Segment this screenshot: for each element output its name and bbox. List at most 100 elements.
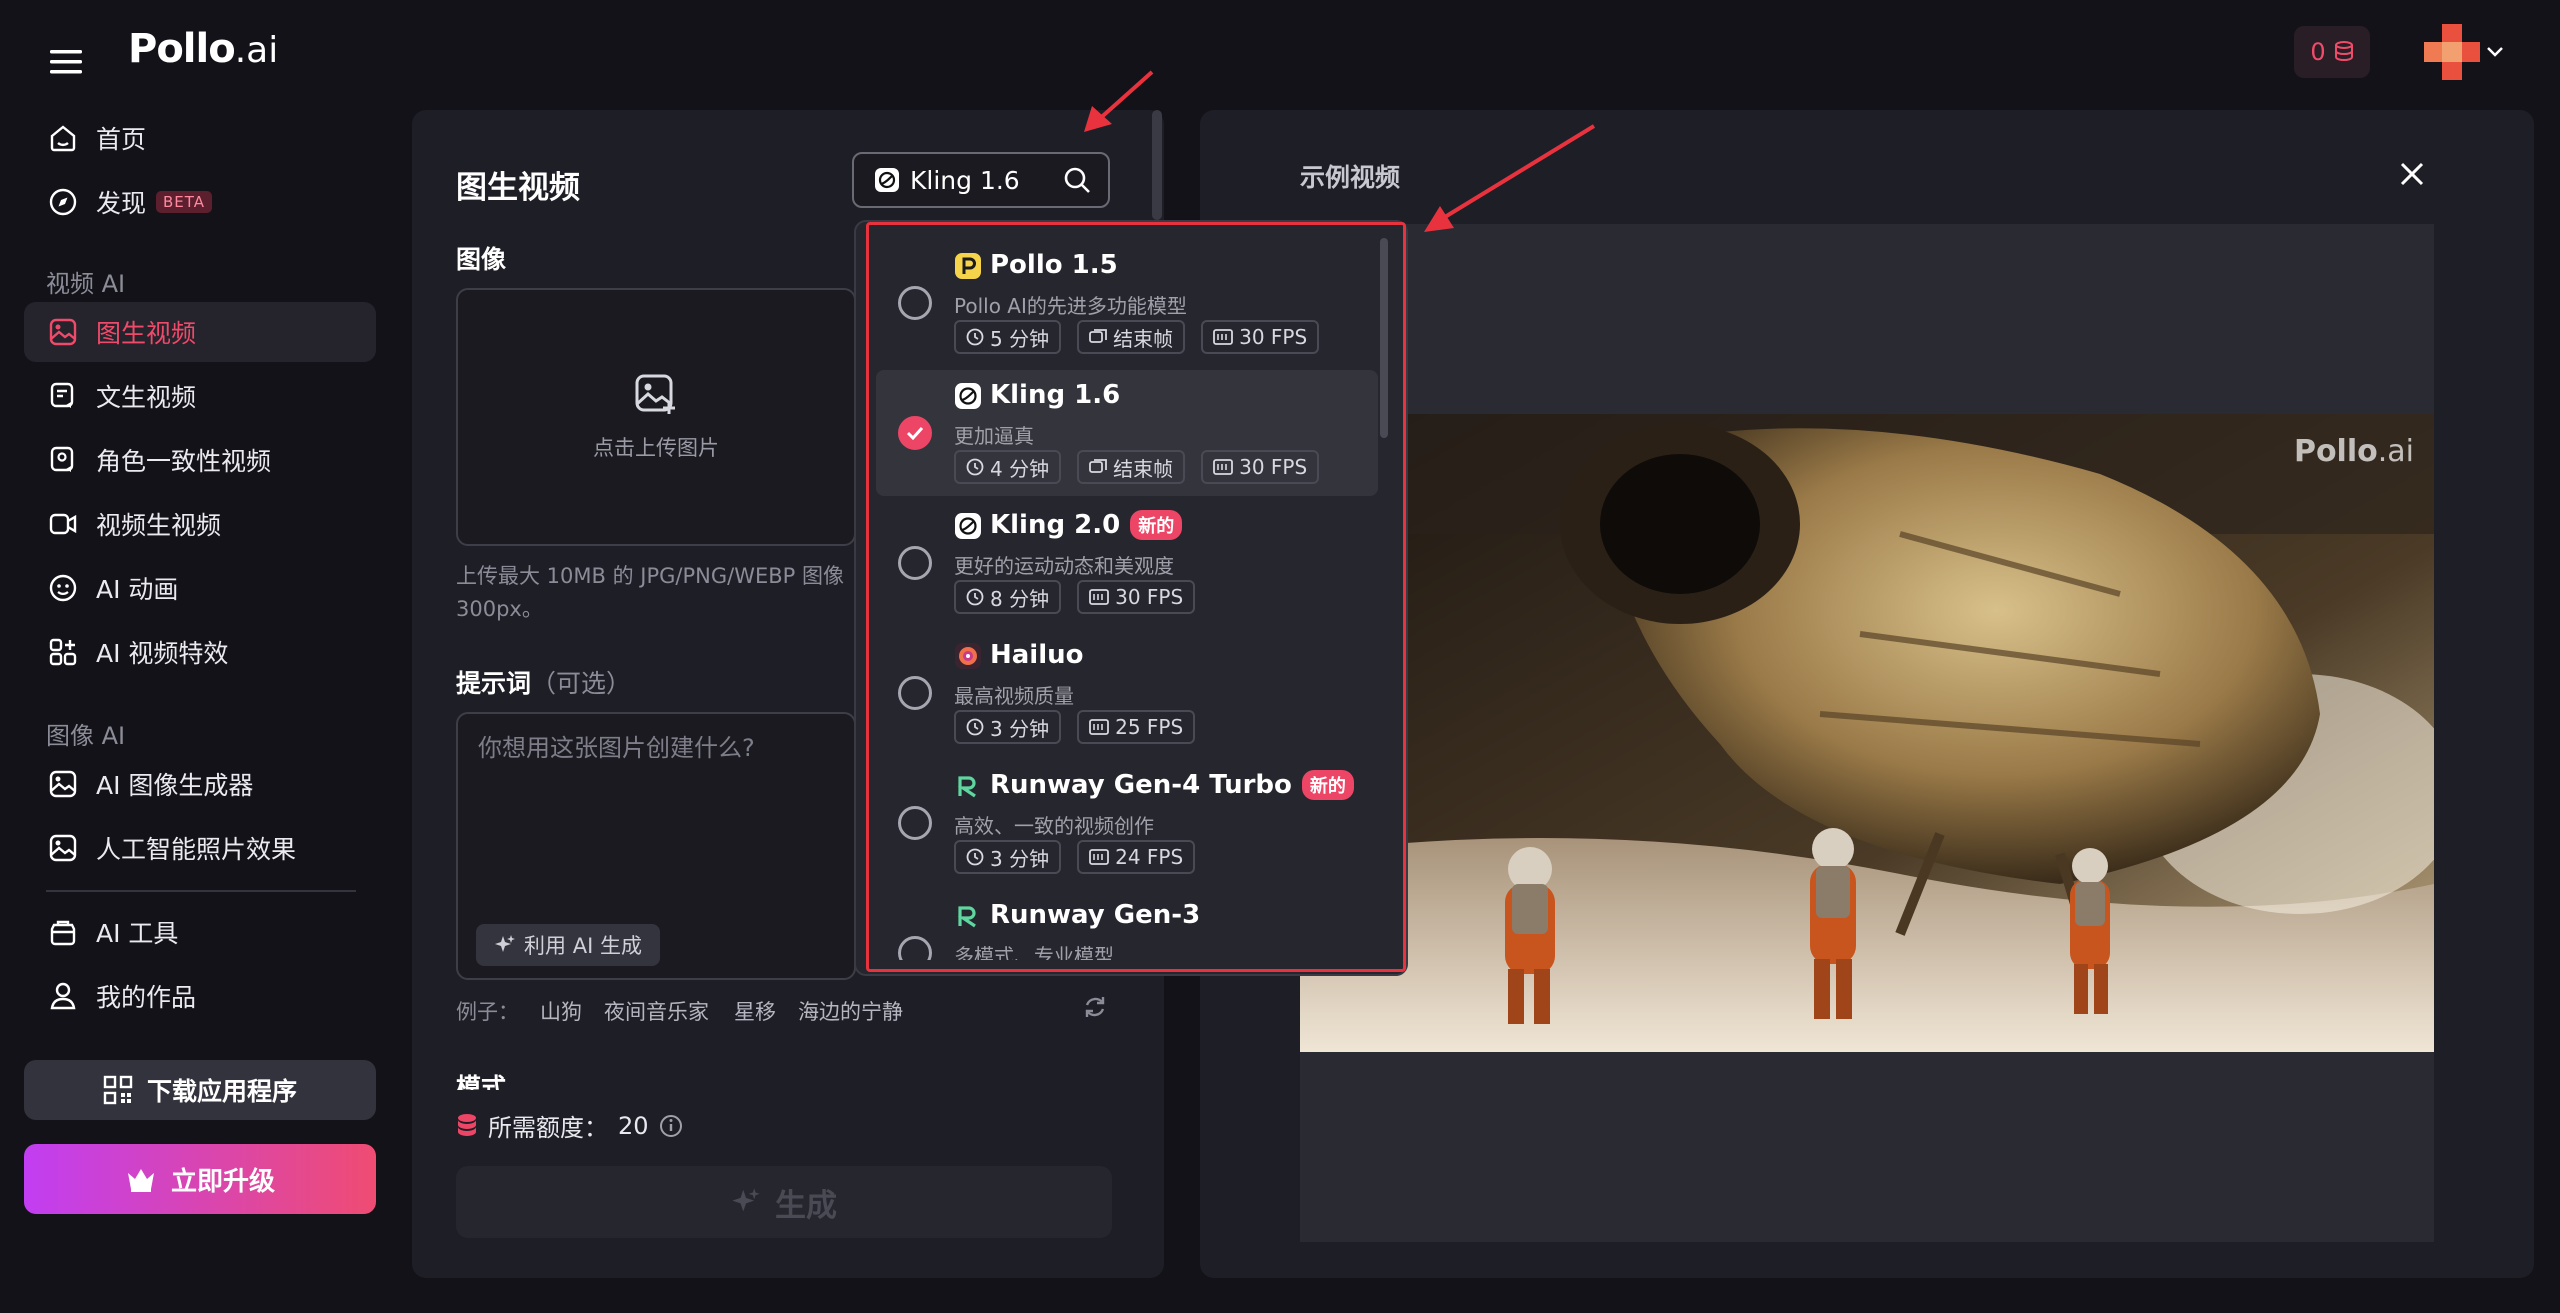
radio-button[interactable] <box>898 936 932 960</box>
sidebar-item-label: AI 动画 <box>96 575 179 604</box>
example-video-title: 示例视频 <box>1300 163 1401 192</box>
duration-tag: 3 分钟 <box>954 710 1062 744</box>
model-selector[interactable]: Kling 1.6 <box>852 152 1110 208</box>
example-video-frame: Pollo.ai <box>1300 414 2434 1052</box>
model-description: 最高视频质量 <box>954 684 1074 708</box>
duration-value: 3 分钟 <box>990 716 1050 741</box>
watermark-main: Pollo <box>2293 434 2378 469</box>
example-chip[interactable]: 海边的宁静 <box>798 996 903 1026</box>
radio-button[interactable] <box>898 546 932 580</box>
example-chip[interactable]: 山狗 <box>540 996 582 1026</box>
sidebar-item-label: 人工智能照片效果 <box>96 835 297 864</box>
sidebar-item-text-to-video[interactable]: 文生视频 <box>24 366 376 426</box>
crown-icon <box>127 1169 154 1192</box>
duration-value: 8 分钟 <box>990 586 1050 611</box>
sidebar-item-label: 文生视频 <box>96 383 197 412</box>
refresh-icon <box>1085 997 1105 1017</box>
model-name-text: Kling 2.0 <box>990 510 1121 540</box>
search-icon <box>1064 167 1090 193</box>
close-icon <box>2400 162 2424 186</box>
new-badge: 新的 <box>1301 770 1354 800</box>
download-app-button[interactable]: 下载应用程序 <box>24 1060 376 1120</box>
ai-generate-label: 利用 AI 生成 <box>524 934 642 958</box>
credits-badge[interactable]: 0 <box>2294 26 2370 78</box>
clock-icon <box>966 718 984 736</box>
refresh-examples-button[interactable] <box>1082 994 1108 1020</box>
sidebar-item-ai-tools[interactable]: AI 工具 <box>24 902 376 962</box>
app-logo[interactable]: Pollo .ai <box>128 26 278 82</box>
compass-icon <box>46 185 80 219</box>
fps-tag: 24 FPS <box>1077 840 1196 874</box>
radio-button-checked[interactable] <box>898 416 932 450</box>
cost-label: 所需额度： <box>488 1114 608 1142</box>
model-option-runway-gen-3[interactable]: Runway Gen-3 多模式、专业模型 <box>876 890 1378 960</box>
clock-icon <box>966 588 984 606</box>
video-camera-icon <box>46 507 80 541</box>
coins-icon <box>2334 41 2353 62</box>
example-chip[interactable]: 夜间音乐家 <box>604 996 709 1026</box>
duration-value: 5 分钟 <box>990 326 1050 351</box>
prompt-label: 提示词（可选） <box>456 664 631 700</box>
radio-button[interactable] <box>898 806 932 840</box>
section-title-video-ai: 视频 AI <box>46 270 126 298</box>
kling-logo-icon <box>955 383 981 409</box>
home-icon <box>46 121 80 155</box>
chevron-down-icon <box>2487 47 2503 57</box>
sidebar-item-label: AI 工具 <box>96 919 179 948</box>
user-menu[interactable] <box>2424 24 2504 80</box>
sidebar-item-discover[interactable]: 发现 BETA <box>24 172 376 232</box>
sidebar-item-ai-video-effects[interactable]: AI 视频特效 <box>24 622 376 682</box>
annotation-arrow <box>1424 124 1596 232</box>
end-frame-value: 结束帧 <box>1113 456 1174 481</box>
sidebar-item-label: AI 图像生成器 <box>96 771 254 800</box>
duration-tag: 3 分钟 <box>954 840 1062 874</box>
text-video-icon <box>46 379 80 413</box>
fps-tag: 30 FPS <box>1077 580 1196 614</box>
sidebar-item-home[interactable]: 首页 <box>24 108 376 168</box>
sidebar-item-label: 角色一致性视频 <box>96 447 272 476</box>
sparkle-icon <box>732 1188 760 1212</box>
model-name: Kling 1.6 <box>990 380 1120 410</box>
sidebar-item-my-works[interactable]: 我的作品 <box>24 966 376 1026</box>
radio-button[interactable] <box>898 676 932 710</box>
sidebar-item-label: AI 视频特效 <box>96 639 229 668</box>
model-option-hailuo[interactable]: Hailuo 最高视频质量 3 分钟 25 FPS <box>876 630 1378 756</box>
model-description: 更好的运动动态和美观度 <box>954 554 1174 578</box>
prompt-label-text: 提示词 <box>456 669 532 698</box>
sidebar-item-video-to-video[interactable]: 视频生视频 <box>24 494 376 554</box>
qr-code-icon <box>103 1075 133 1105</box>
menu-toggle-button[interactable] <box>38 34 94 90</box>
generate-button[interactable]: 生成 <box>456 1166 1112 1238</box>
example-chip[interactable]: 星移 <box>734 996 776 1026</box>
duration-tag: 5 分钟 <box>954 320 1062 354</box>
sidebar-item-ai-photo-effects[interactable]: 人工智能照片效果 <box>24 818 376 878</box>
ai-generate-prompt-button[interactable]: 利用 AI 生成 <box>476 924 660 966</box>
close-panel-button[interactable] <box>2392 154 2432 194</box>
image-upload-area[interactable]: 点击上传图片 <box>456 288 856 546</box>
model-name: Hailuo <box>990 640 1084 670</box>
toolbox-icon <box>46 915 80 949</box>
upload-hint: 上传最大 10MB 的 JPG/PNG/WEBP 图像 300px。 <box>456 560 856 626</box>
duration-value: 3 分钟 <box>990 846 1050 871</box>
model-option-runway-gen-4-turbo[interactable]: Runway Gen-4 Turbo 新的 高效、一致的视频创作 3 分钟 24 … <box>876 760 1378 886</box>
duration-tag: 4 分钟 <box>954 450 1062 484</box>
model-description: 更加逼真 <box>954 424 1034 448</box>
spaceship-scene-image <box>1300 414 2434 1052</box>
sidebar-item-consistent-character[interactable]: 角色一致性视频 <box>24 430 376 490</box>
upgrade-button[interactable]: 立即升级 <box>24 1144 376 1214</box>
download-app-label: 下载应用程序 <box>146 1077 297 1106</box>
model-selector-value: Kling 1.6 <box>910 165 1020 195</box>
model-option-pollo-1-5[interactable]: Pollo 1.5 Pollo AI的先进多功能模型 5 分钟 结束帧 30 F… <box>876 240 1378 366</box>
sidebar-item-image-to-video[interactable]: 图生视频 <box>24 302 376 362</box>
radio-button[interactable] <box>898 286 932 320</box>
sidebar-item-ai-image-generator[interactable]: AI 图像生成器 <box>24 754 376 814</box>
dropdown-scrollbar[interactable] <box>1380 238 1388 438</box>
duration-tag: 8 分钟 <box>954 580 1062 614</box>
credits-count: 0 <box>2310 38 2326 66</box>
sidebar-item-ai-animation[interactable]: AI 动画 <box>24 558 376 618</box>
model-option-kling-2-0[interactable]: Kling 2.0 新的 更好的运动动态和美观度 8 分钟 30 FPS <box>876 500 1378 626</box>
fps-tag: 25 FPS <box>1077 710 1196 744</box>
image-label: 图像 <box>456 245 507 274</box>
model-option-kling-1-6[interactable]: Kling 1.6 更加逼真 4 分钟 结束帧 30 FPS <box>876 370 1378 496</box>
fps-icon <box>1089 719 1109 735</box>
